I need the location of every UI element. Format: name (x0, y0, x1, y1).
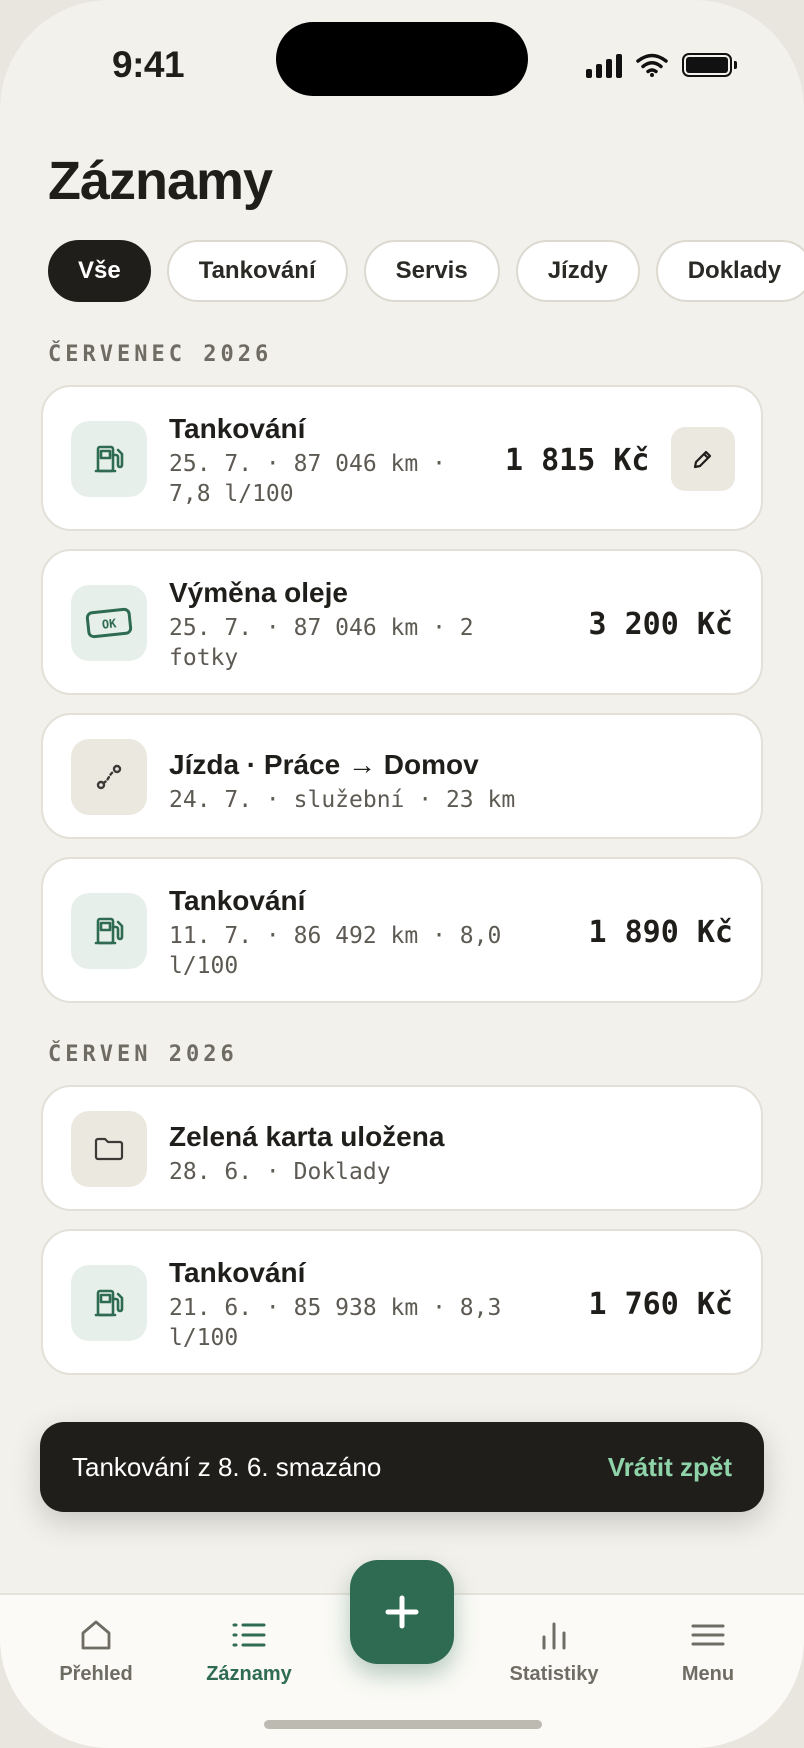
pencil-icon (693, 450, 712, 469)
record-title: Jízda · Práce → Domov (169, 749, 479, 780)
home-icon (81, 1620, 111, 1650)
record-amount: 3 200 Kč (588, 607, 734, 642)
undo-button[interactable]: Vrátit zpět (608, 1452, 732, 1483)
dynamic-island (276, 22, 528, 96)
ok-ticket-icon: OK (71, 585, 147, 661)
fuel-pump-icon (71, 893, 147, 969)
list-icon (232, 1623, 266, 1647)
record-card[interactable]: Tankování 11. 7. · 86 492 km · 8,0 l/100… (41, 857, 763, 1003)
record-amount: 1 760 Kč (588, 1287, 734, 1322)
section-label: ČERVEN 2026 (48, 1042, 238, 1067)
tab-label: Statistiky (509, 1663, 599, 1685)
wifi-icon (636, 53, 668, 77)
record-meta: 24. 7. · služební · 23 km (169, 787, 516, 813)
tab-prehled[interactable]: Přehled (26, 1617, 166, 1686)
svg-text:OK: OK (101, 616, 118, 632)
home-indicator (264, 1720, 542, 1729)
record-card[interactable]: Tankování 25. 7. · 87 046 km · 7,8 l/100… (41, 385, 763, 531)
filter-chip-servis[interactable]: Servis (363, 240, 500, 302)
record-title: Výměna oleje (169, 577, 348, 608)
tab-statistiky[interactable]: Statistiky (484, 1617, 624, 1686)
record-card[interactable]: Zelená karta uložena 28. 6. · Doklady (41, 1085, 763, 1211)
filter-chip-doklady[interactable]: Doklady (655, 240, 804, 302)
tab-label: Přehled (59, 1663, 133, 1685)
filter-chip-vse[interactable]: Vše (48, 240, 151, 302)
tab-zaznamy[interactable]: Záznamy (179, 1617, 319, 1686)
fuel-pump-icon (71, 1265, 147, 1341)
record-meta: 25. 7. · 87 046 km · 2 fotky (169, 615, 474, 671)
tab-label: Menu (681, 1663, 735, 1685)
filter-chip-tankovani[interactable]: Tankování (166, 240, 348, 302)
record-amount: 1 815 Kč (505, 443, 650, 478)
record-amount: 1 890 Kč (588, 915, 734, 950)
record-meta: 21. 6. · 85 938 km · 8,3 l/100 (169, 1295, 502, 1351)
bar-chart-icon (542, 1622, 566, 1650)
record-meta: 28. 6. · Doklady (169, 1159, 391, 1185)
tab-label: Záznamy (206, 1663, 292, 1685)
record-title: Tankování (169, 885, 306, 916)
record-card[interactable]: OK Výměna oleje 25. 7. · 87 046 km · 2 f… (41, 549, 763, 695)
record-card[interactable]: Tankování 21. 6. · 85 938 km · 8,3 l/100… (41, 1229, 763, 1375)
folder-icon (71, 1111, 147, 1187)
cellular-signal-icon (586, 52, 622, 78)
record-meta: 11. 7. · 86 492 km · 8,0 l/100 (169, 923, 502, 979)
section-label: ČERVENEC 2026 (48, 342, 273, 367)
filter-chips: Vše Tankování Servis Jízdy Doklady (48, 240, 804, 302)
tab-menu[interactable]: Menu (638, 1617, 778, 1686)
record-card[interactable]: Jízda · Práce → Domov 24. 7. · služební … (41, 713, 763, 839)
page-title: Záznamy (48, 151, 273, 211)
undo-snackbar: Tankování z 8. 6. smazáno Vrátit zpět (40, 1422, 764, 1512)
add-record-button[interactable] (350, 1560, 454, 1664)
record-meta: 25. 7. · 87 046 km · 7,8 l/100 (169, 451, 446, 507)
route-icon (71, 739, 147, 815)
plus-icon (385, 1595, 419, 1629)
battery-icon (682, 53, 737, 77)
record-title: Tankování (169, 1257, 306, 1288)
menu-icon (691, 1624, 725, 1646)
fuel-pump-icon (71, 421, 147, 497)
status-icons (586, 52, 737, 78)
snackbar-message: Tankování z 8. 6. smazáno (72, 1451, 382, 1482)
record-title: Tankování (169, 413, 306, 444)
phone-screen: 9:41 Záznamy Vše Tankování Servis Jízdy … (0, 0, 804, 1748)
edit-button[interactable] (671, 427, 735, 491)
status-time: 9:41 (112, 44, 185, 85)
record-title: Zelená karta uložena (169, 1121, 445, 1152)
filter-chip-jizdy[interactable]: Jízdy (515, 240, 640, 302)
